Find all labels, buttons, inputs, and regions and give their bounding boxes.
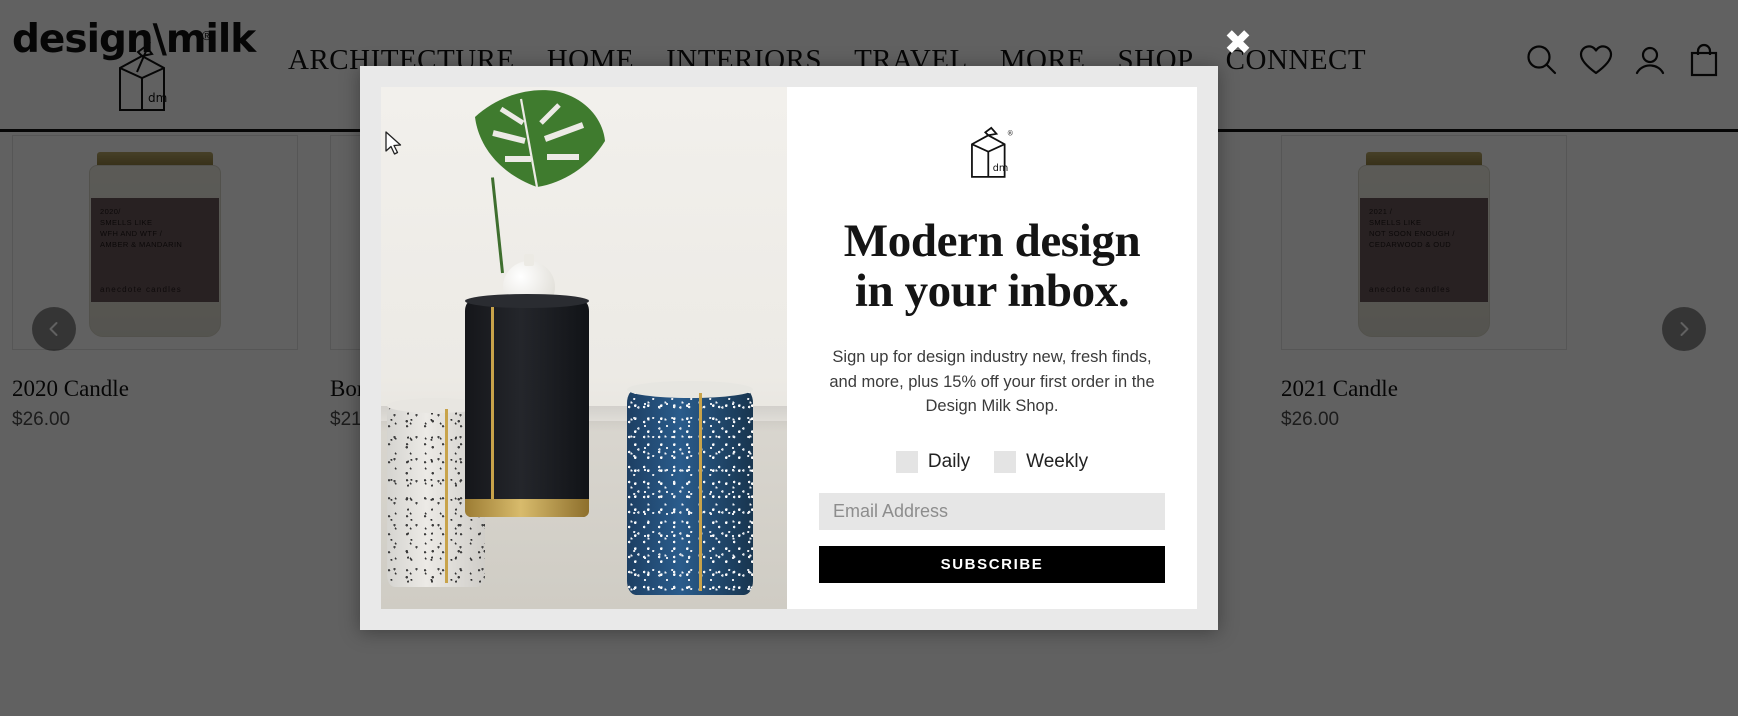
- modal-hero-image: [381, 87, 787, 609]
- screen: design\milk ® dm ARCHITECTURE HOME INTER…: [0, 0, 1738, 716]
- pedestal-gold-stripe: [445, 409, 448, 583]
- email-input[interactable]: [819, 493, 1165, 531]
- modal-inner: dm ® Modern design in your inbox. Sign u…: [381, 87, 1197, 609]
- newsletter-form: dm ® Modern design in your inbox. Sign u…: [787, 87, 1197, 609]
- milk-carton-icon: dm ®: [971, 126, 1014, 178]
- checkbox-daily[interactable]: Daily: [895, 451, 971, 474]
- pedestal-gold-base: [465, 499, 589, 517]
- mouse-cursor-icon: [385, 131, 402, 155]
- checkbox-weekly[interactable]: Weekly: [994, 451, 1089, 474]
- pedestal-top: [465, 294, 589, 308]
- pedestal-gold-stripe: [699, 393, 702, 591]
- newsletter-modal: ✖ dm ® Modern design in your inbox. Sign…: [360, 26, 1252, 630]
- carton-registered-mark: ®: [1007, 129, 1014, 137]
- checkbox-weekly-label: Weekly: [1026, 451, 1089, 473]
- checkbox-daily-box[interactable]: [895, 451, 918, 474]
- frequency-checkbox-group: Daily Weekly: [895, 451, 1089, 474]
- monstera-leaf-icon: [463, 87, 611, 191]
- terrazzo-pedestal-blue: [627, 381, 753, 595]
- modal-body-text: Sign up for design industry new, fresh f…: [829, 347, 1155, 416]
- close-icon[interactable]: ✖: [1221, 26, 1255, 60]
- vase-neck: [524, 254, 534, 266]
- carton-dm-text: dm: [993, 163, 1009, 174]
- modal-headline: Modern design in your inbox.: [843, 215, 1141, 318]
- pedestal-top: [627, 381, 753, 398]
- checkbox-weekly-box[interactable]: [994, 451, 1017, 474]
- subscribe-button[interactable]: SUBSCRIBE: [819, 546, 1165, 584]
- pedestal-gold-stripe: [491, 307, 494, 499]
- checkbox-daily-label: Daily: [927, 451, 971, 473]
- pedestal-black: [465, 294, 589, 517]
